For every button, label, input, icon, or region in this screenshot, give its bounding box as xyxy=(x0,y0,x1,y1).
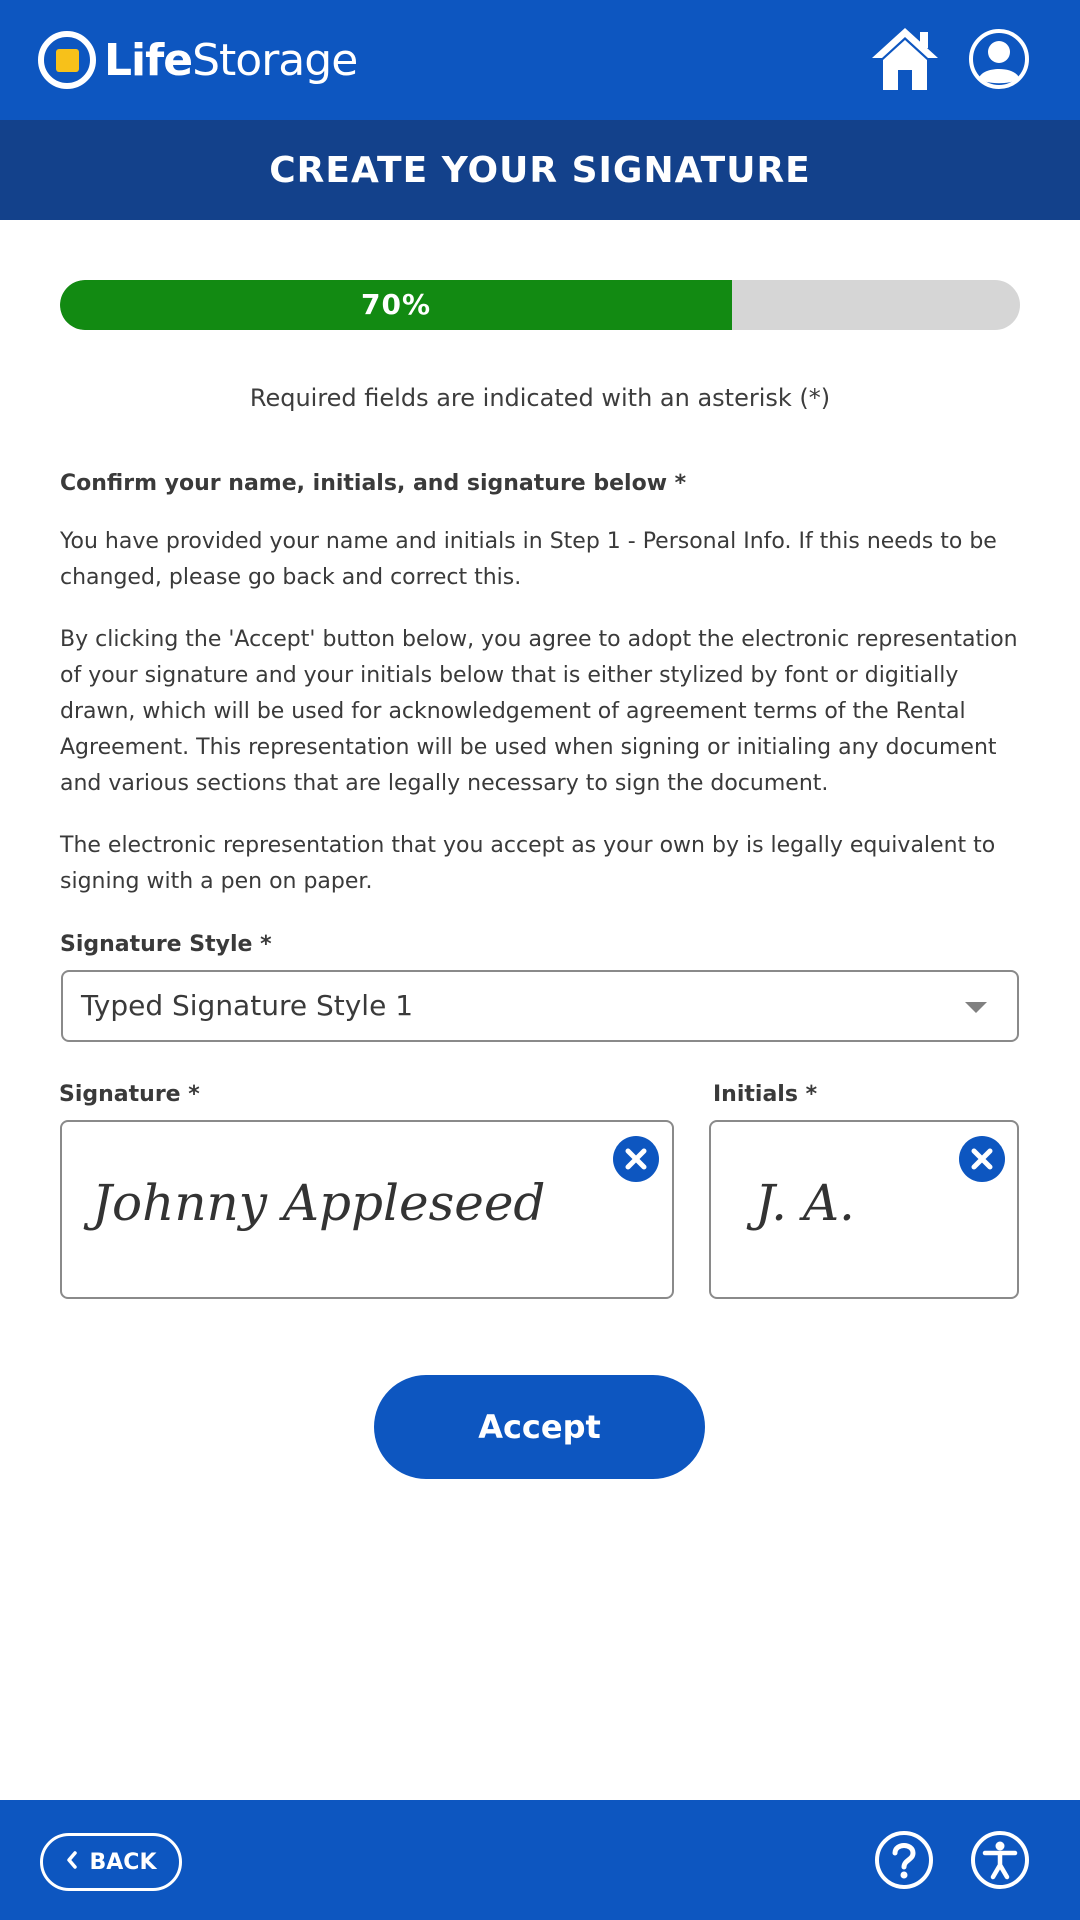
progress-label: 70% xyxy=(360,288,432,321)
top-header: LifeStorage xyxy=(0,0,1080,120)
signature-style-label: Signature Style * xyxy=(60,932,272,957)
logo-mark-icon xyxy=(38,31,96,89)
clear-signature-icon[interactable] xyxy=(613,1136,659,1182)
life-storage-logo[interactable]: LifeStorage xyxy=(38,28,358,92)
bottom-nav: BACK xyxy=(0,1800,1080,1920)
page-title-bar: CREATE YOUR SIGNATURE xyxy=(0,120,1080,220)
back-button[interactable]: BACK xyxy=(40,1833,182,1891)
chevron-left-icon xyxy=(66,1850,78,1875)
signature-box[interactable]: Johnny Appleseed xyxy=(60,1120,674,1299)
accessibility-icon[interactable] xyxy=(970,1830,1030,1890)
initials-text: J. A. xyxy=(755,1174,855,1232)
clear-initials-icon[interactable] xyxy=(959,1136,1005,1182)
accept-button[interactable]: Accept xyxy=(374,1375,705,1479)
instructions-paragraph: You have provided your name and initials… xyxy=(60,529,997,590)
user-profile-icon[interactable] xyxy=(968,28,1030,90)
help-icon[interactable] xyxy=(874,1830,934,1890)
brand-name: LifeStorage xyxy=(104,34,358,86)
signature-style-value: Typed Signature Style 1 xyxy=(81,989,414,1022)
initials-box[interactable]: J. A. xyxy=(709,1120,1019,1299)
confirm-heading: Confirm your name, initials, and signatu… xyxy=(60,471,687,496)
back-label: BACK xyxy=(89,1849,157,1875)
instructions-paragraph: The electronic representation that you a… xyxy=(60,833,996,894)
chevron-down-icon xyxy=(965,1002,987,1013)
instructions: Confirm your name, initials, and signatu… xyxy=(60,466,1022,926)
page-title: CREATE YOUR SIGNATURE xyxy=(269,149,811,191)
signature-style-select[interactable]: Typed Signature Style 1 xyxy=(61,970,1019,1042)
signature-text: Johnny Appleseed xyxy=(92,1174,546,1232)
required-fields-note: Required fields are indicated with an as… xyxy=(249,384,831,412)
instructions-paragraph: By clicking the 'Accept' button below, y… xyxy=(60,627,1018,796)
progress-bar: 70% xyxy=(60,280,1020,330)
home-icon[interactable] xyxy=(870,26,940,92)
signature-label: Signature * xyxy=(59,1082,200,1107)
initials-label: Initials * xyxy=(713,1082,818,1107)
